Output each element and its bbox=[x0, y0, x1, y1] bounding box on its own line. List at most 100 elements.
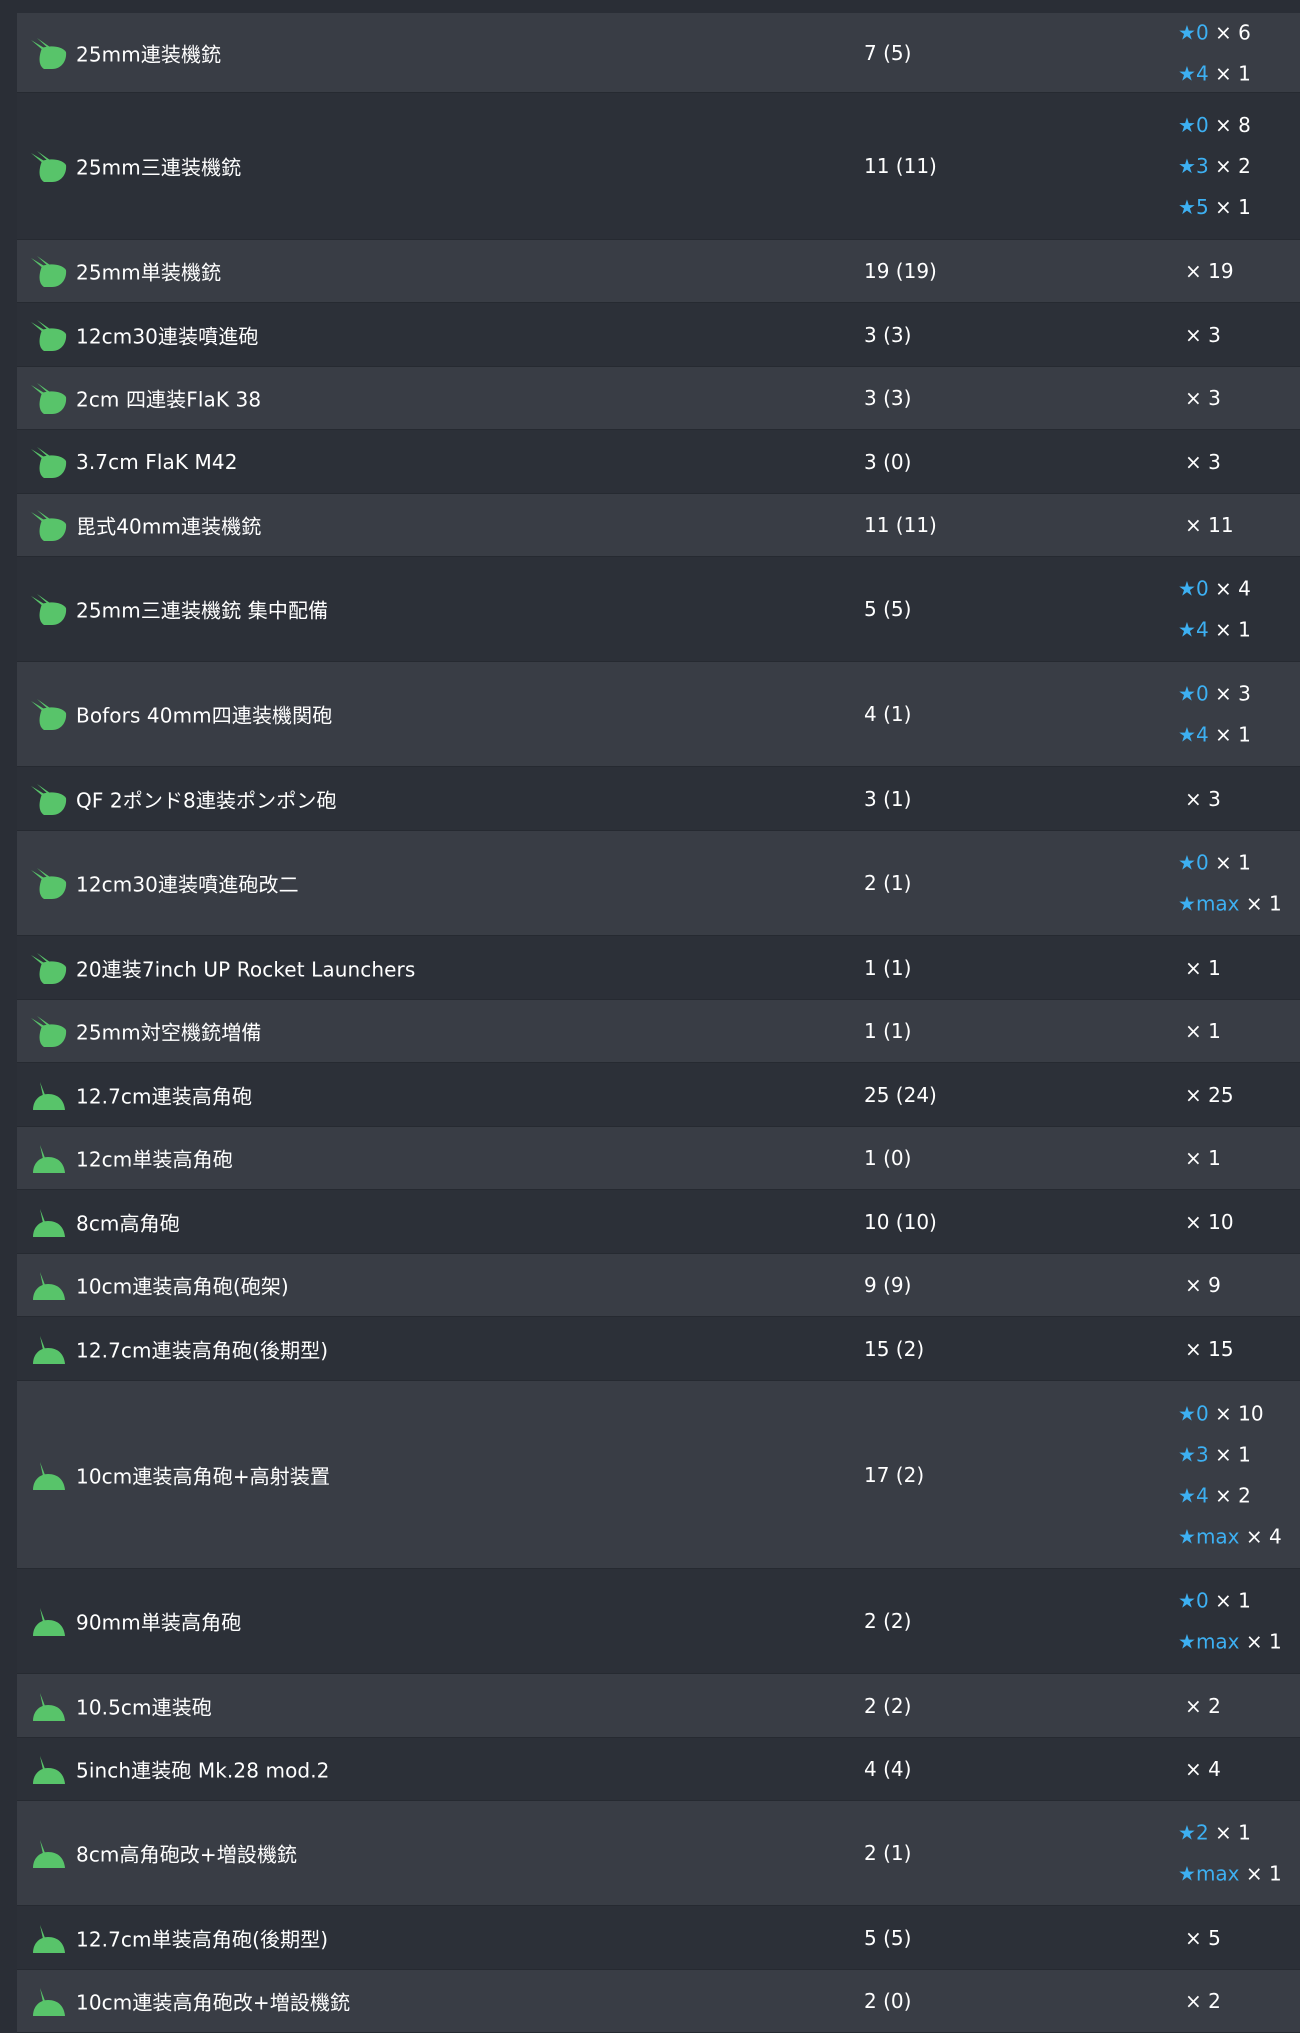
aa-gun-icon bbox=[28, 508, 68, 542]
equipment-name: 8cm高角砲改+増設機銃 bbox=[76, 1842, 298, 1867]
improvement-multiplier: × 1 bbox=[1239, 891, 1282, 916]
ha-gun-icon bbox=[28, 1078, 68, 1112]
equipment-name: 10.5cm連装砲 bbox=[76, 1695, 212, 1719]
improvement-entry: ★4 × 1 bbox=[1178, 61, 1251, 85]
table-row: 12.7cm連装高角砲 25 (24) × 25 bbox=[17, 1063, 1300, 1127]
equipment-name: 10cm連装高角砲+高射装置 bbox=[76, 1464, 331, 1488]
aa-gun-icon bbox=[28, 782, 68, 816]
improvement-multiplier: × 5 bbox=[1185, 1925, 1221, 1950]
ha-gun-icon bbox=[28, 1458, 68, 1492]
equipment-count: 2 (2) bbox=[864, 1609, 912, 1633]
improvement-list: ★0 × 6 ★4 × 1 bbox=[1178, 20, 1251, 85]
improvement-list: × 25 bbox=[1178, 1083, 1234, 1107]
improvement-entry: ★0 × 1 bbox=[1178, 1589, 1282, 1613]
improvement-multiplier: × 3 bbox=[1185, 386, 1221, 410]
equipment-count: 15 (2) bbox=[864, 1336, 925, 1361]
table-row: 8cm高角砲 10 (10) × 10 bbox=[17, 1190, 1300, 1254]
ha-gun-icon bbox=[28, 1141, 68, 1175]
improvement-list: ★0 × 8 ★3 × 2 ★5 × 1 bbox=[1178, 113, 1251, 219]
improvement-entry: ★max × 1 bbox=[1178, 1862, 1282, 1886]
improvement-list: × 2 bbox=[1178, 1694, 1221, 1718]
improvement-multiplier: × 11 bbox=[1185, 513, 1234, 537]
aa-gun-icon bbox=[28, 592, 68, 626]
improvement-entry: ★4 × 2 bbox=[1178, 1483, 1282, 1507]
improvement-list: × 3 bbox=[1178, 386, 1221, 410]
improvement-multiplier: × 2 bbox=[1208, 154, 1251, 178]
equipment-name: 3.7cm FlaK M42 bbox=[76, 449, 238, 474]
improvement-level: max bbox=[1195, 1861, 1240, 1886]
improvement-level: max bbox=[1195, 1524, 1240, 1548]
ha-gun-icon bbox=[28, 1268, 68, 1302]
table-row: 10cm連装高角砲+高射装置 17 (2) ★0 × 10 ★3 × 1 ★4 × 2 ★… bbox=[17, 1381, 1300, 1569]
equipment-count: 10 (10) bbox=[864, 1209, 937, 1234]
equipment-count: 4 (1) bbox=[864, 702, 912, 726]
improvement-multiplier: × 1 bbox=[1208, 1820, 1251, 1845]
equipment-name: 25mm三連装機銃 集中配備 bbox=[76, 598, 329, 623]
aa-gun-icon bbox=[28, 318, 68, 352]
equipment-count: 11 (11) bbox=[864, 154, 937, 178]
star-icon: ★ bbox=[1178, 722, 1196, 747]
equipment-name: 20連装7inch UP Rocket Launchers bbox=[76, 957, 416, 981]
table-row: 25mm単装機銃 19 (19) × 19 bbox=[17, 240, 1300, 303]
ha-gun-icon bbox=[28, 1604, 68, 1638]
star-icon: ★ bbox=[1178, 1483, 1196, 1507]
equipment-name: 25mm単装機銃 bbox=[76, 260, 222, 285]
improvement-level: 0 bbox=[1195, 576, 1209, 601]
improvement-level: max bbox=[1195, 891, 1240, 916]
star-icon: ★ bbox=[1178, 681, 1196, 706]
equipment-name: 10cm連装高角砲改+増設機銃 bbox=[76, 1990, 351, 2015]
equipment-count: 2 (1) bbox=[864, 871, 912, 895]
improvement-multiplier: × 25 bbox=[1185, 1082, 1234, 1107]
improvement-entry: ★0 × 3 bbox=[1178, 682, 1251, 706]
table-row: 12cm単装高角砲 1 (0) × 1 bbox=[17, 1127, 1300, 1190]
improvement-multiplier: × 1 bbox=[1239, 1861, 1282, 1886]
improvement-multiplier: × 4 bbox=[1239, 1524, 1282, 1548]
equipment-count: 3 (0) bbox=[864, 449, 912, 474]
ha-gun-icon bbox=[28, 1689, 68, 1723]
table-row: 90mm単装高角砲 2 (2) ★0 × 1 ★max × 1 bbox=[17, 1569, 1300, 1674]
improvement-list: × 1 bbox=[1178, 1146, 1221, 1170]
equipment-count: 4 (4) bbox=[864, 1757, 912, 1781]
equipment-count: 25 (24) bbox=[864, 1082, 937, 1107]
aa-gun-icon bbox=[28, 149, 68, 183]
equipment-name: 8cm高角砲 bbox=[76, 1211, 180, 1235]
equipment-count: 3 (1) bbox=[864, 786, 912, 811]
table-row: 25mm対空機銃増備 1 (1) × 1 bbox=[17, 1000, 1300, 1063]
improvement-multiplier: × 3 bbox=[1185, 786, 1221, 811]
improvement-list: × 4 bbox=[1178, 1757, 1221, 1781]
improvement-list: × 3 bbox=[1178, 323, 1221, 347]
star-icon: ★ bbox=[1178, 576, 1196, 601]
table-row: 8cm高角砲改+増設機銃 2 (1) ★2 × 1 ★max × 1 bbox=[17, 1801, 1300, 1906]
improvement-level: 4 bbox=[1195, 61, 1209, 85]
improvement-multiplier: × 1 bbox=[1208, 195, 1251, 219]
equipment-name: 毘式40mm連装機銃 bbox=[76, 514, 262, 539]
improvement-entry: ★0 × 6 bbox=[1178, 20, 1251, 44]
improvement-list: ★0 × 4 ★4 × 1 bbox=[1178, 577, 1251, 642]
star-icon: ★ bbox=[1178, 1401, 1196, 1425]
equipment-name: 25mm連装機銃 bbox=[76, 42, 222, 66]
improvement-multiplier: × 1 bbox=[1208, 617, 1251, 642]
star-icon: ★ bbox=[1178, 1861, 1196, 1886]
improvement-level: 0 bbox=[1195, 1588, 1209, 1613]
improvement-list: × 3 bbox=[1178, 450, 1221, 474]
star-icon: ★ bbox=[1178, 1524, 1196, 1548]
improvement-entry: ★0 × 4 bbox=[1178, 577, 1251, 601]
equipment-count: 11 (11) bbox=[864, 513, 937, 537]
improvement-entry: ★0 × 10 bbox=[1178, 1401, 1282, 1425]
improvement-multiplier: × 1 bbox=[1208, 722, 1251, 747]
improvement-multiplier: × 1 bbox=[1239, 1629, 1282, 1654]
star-icon: ★ bbox=[1178, 1820, 1196, 1845]
improvement-multiplier: × 3 bbox=[1185, 322, 1221, 347]
improvement-entry: ★max × 1 bbox=[1178, 892, 1282, 916]
equipment-count: 2 (0) bbox=[864, 1989, 912, 2013]
improvement-level: 2 bbox=[1195, 1820, 1209, 1845]
improvement-list: × 10 bbox=[1178, 1210, 1234, 1234]
improvement-multiplier: × 1 bbox=[1208, 61, 1251, 85]
equipment-name: 10cm連装高角砲(砲架) bbox=[76, 1274, 289, 1299]
equipment-count: 7 (5) bbox=[864, 40, 912, 65]
equipment-table: 25mm連装機銃 7 (5) ★0 × 6 ★4 × 1 25mm三連装機銃 11 (11… bbox=[17, 13, 1300, 2033]
star-icon: ★ bbox=[1178, 1588, 1196, 1613]
improvement-level: 3 bbox=[1195, 1442, 1209, 1466]
equipment-name: QF 2ポンド8連装ポンポン砲 bbox=[76, 788, 337, 812]
star-icon: ★ bbox=[1178, 20, 1196, 44]
